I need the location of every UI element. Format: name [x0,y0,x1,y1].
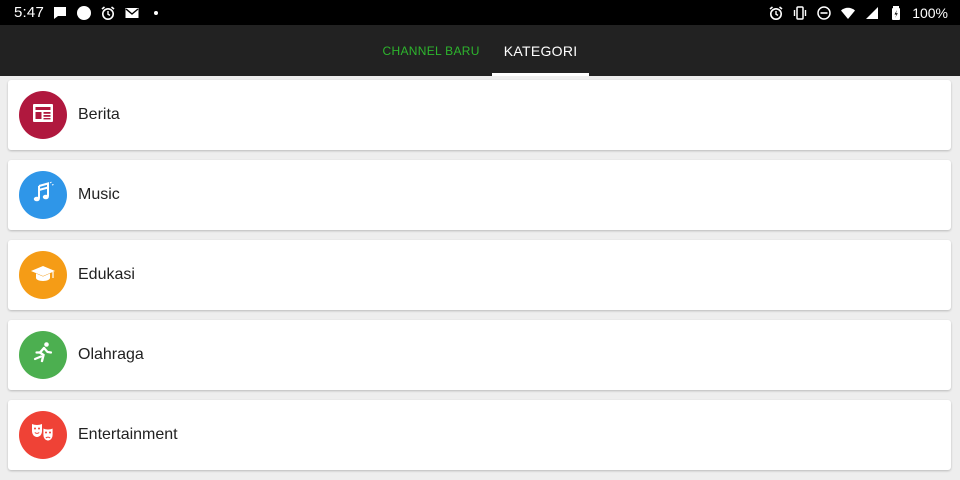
tab-kategori[interactable]: KATEGORI [491,25,590,76]
dot-icon [148,5,164,21]
alarm-icon [768,5,784,21]
category-label: Entertainment [78,426,178,443]
category-icon-circle [19,411,67,459]
chat-icon [52,5,68,21]
category-icon-circle [19,331,67,379]
circle-icon [76,5,92,21]
dnd-icon [816,5,832,21]
category-label: Music [78,186,120,203]
tab-label: KATEGORI [503,42,578,59]
category-item-olahraga[interactable]: Olahraga [8,320,951,390]
category-item-berita[interactable]: Berita [8,80,951,150]
status-time: 5:47 [14,4,44,21]
category-label: Edukasi [78,266,135,283]
tab-selected-indicator [491,73,590,76]
mail-icon [124,5,140,21]
battery-icon [888,5,904,21]
status-bar: 5:47 100% [0,0,960,25]
category-label: Berita [78,106,120,123]
category-icon-circle [19,91,67,139]
tab-bar: CHANNEL BARU KATEGORI [0,25,960,76]
category-item-edukasi[interactable]: Edukasi [8,240,951,310]
theater-masks-icon [29,419,57,452]
category-item-music[interactable]: Music [8,160,951,230]
graduation-cap-icon [29,259,57,292]
status-left: 5:47 [14,4,164,21]
category-label: Olahraga [78,346,144,363]
alarm-icon [100,5,116,21]
tab-channel-baru[interactable]: CHANNEL BARU [371,25,492,76]
category-icon-circle [19,171,67,219]
wifi-icon [840,5,856,21]
category-icon-circle [19,251,67,299]
vibrate-icon [792,5,808,21]
battery-percentage: 100% [912,4,948,21]
tab-label: CHANNEL BARU [382,43,480,58]
running-icon [29,339,57,372]
newspaper-icon [29,99,57,132]
music-note-icon [29,179,57,212]
status-right: 100% [768,5,948,21]
category-list: Berita Music Edukasi Olahraga Entertainm… [8,80,951,480]
category-item-entertainment[interactable]: Entertainment [8,400,951,470]
signal-icon [864,5,880,21]
